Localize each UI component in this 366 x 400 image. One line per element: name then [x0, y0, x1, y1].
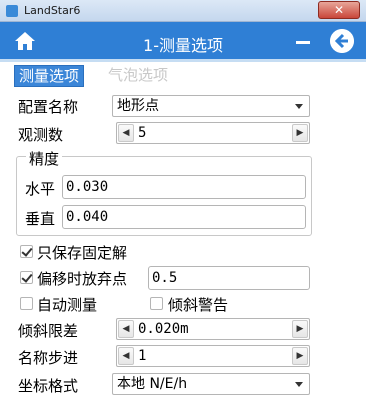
- back-arrow-icon[interactable]: [330, 29, 354, 53]
- offset-discard-label: 偏移时放弃点: [37, 270, 128, 288]
- config-name-value: 地形点: [117, 98, 159, 114]
- chevron-down-icon: [295, 382, 303, 387]
- increment-arrow-icon[interactable]: ▶: [292, 320, 308, 338]
- config-name-select[interactable]: 地形点: [112, 95, 310, 117]
- name-step-value: 1: [138, 348, 147, 364]
- tilt-limit-stepper[interactable]: ◀ 0.020m ▶: [116, 318, 310, 340]
- horizontal-label: 水平: [25, 180, 56, 198]
- tilt-limit-value: 0.020m: [138, 321, 189, 337]
- decrement-arrow-icon[interactable]: ◀: [118, 124, 134, 142]
- precision-group-title: 精度: [26, 148, 63, 169]
- auto-measure-checkbox[interactable]: [20, 297, 33, 310]
- name-step-label: 名称步进: [18, 349, 79, 367]
- save-fixed-only-label: 只保存固定解: [37, 244, 128, 262]
- chevron-down-icon: [295, 104, 303, 109]
- auto-measure-label: 自动测量: [37, 296, 98, 314]
- minus-icon[interactable]: [296, 41, 310, 44]
- obs-count-label: 观测数: [18, 126, 64, 144]
- increment-arrow-icon[interactable]: ▶: [292, 347, 308, 365]
- vertical-label: 垂直: [25, 210, 56, 228]
- window-close-button[interactable]: ✕: [318, 1, 360, 19]
- window-title: LandStar6: [24, 4, 81, 17]
- app-header: 1-测量选项: [0, 22, 366, 62]
- decrement-arrow-icon[interactable]: ◀: [118, 320, 134, 338]
- coord-format-select[interactable]: 本地 N/E/h: [112, 373, 310, 395]
- increment-arrow-icon[interactable]: ▶: [292, 124, 308, 142]
- tab-bubble-options[interactable]: 气泡选项: [104, 65, 172, 87]
- tab-bar: 测量选项 气泡选项: [0, 65, 366, 87]
- app-logo-icon: [6, 5, 18, 17]
- tilt-warning-label: 倾斜警告: [168, 296, 229, 314]
- window-title-bar: LandStar6 ✕: [0, 0, 366, 22]
- offset-discard-checkbox[interactable]: [20, 271, 33, 284]
- config-name-label: 配置名称: [18, 98, 79, 116]
- coord-format-label: 坐标格式: [18, 377, 79, 395]
- obs-count-stepper[interactable]: ◀ 5 ▶: [116, 122, 310, 144]
- offset-discard-input[interactable]: 0.5: [148, 266, 310, 290]
- vertical-precision-input[interactable]: 0.040: [62, 205, 306, 229]
- save-fixed-only-checkbox[interactable]: [20, 245, 33, 258]
- tab-measure-options[interactable]: 测量选项: [14, 65, 85, 87]
- decrement-arrow-icon[interactable]: ◀: [118, 347, 134, 365]
- obs-count-value: 5: [138, 125, 147, 141]
- tilt-limit-label: 倾斜限差: [18, 322, 79, 340]
- page-title: 1-测量选项: [143, 36, 223, 55]
- tilt-warning-checkbox[interactable]: [150, 297, 163, 310]
- horizontal-precision-input[interactable]: 0.030: [62, 175, 306, 199]
- name-step-stepper[interactable]: ◀ 1 ▶: [116, 345, 310, 367]
- coord-format-value: 本地 N/E/h: [117, 376, 188, 392]
